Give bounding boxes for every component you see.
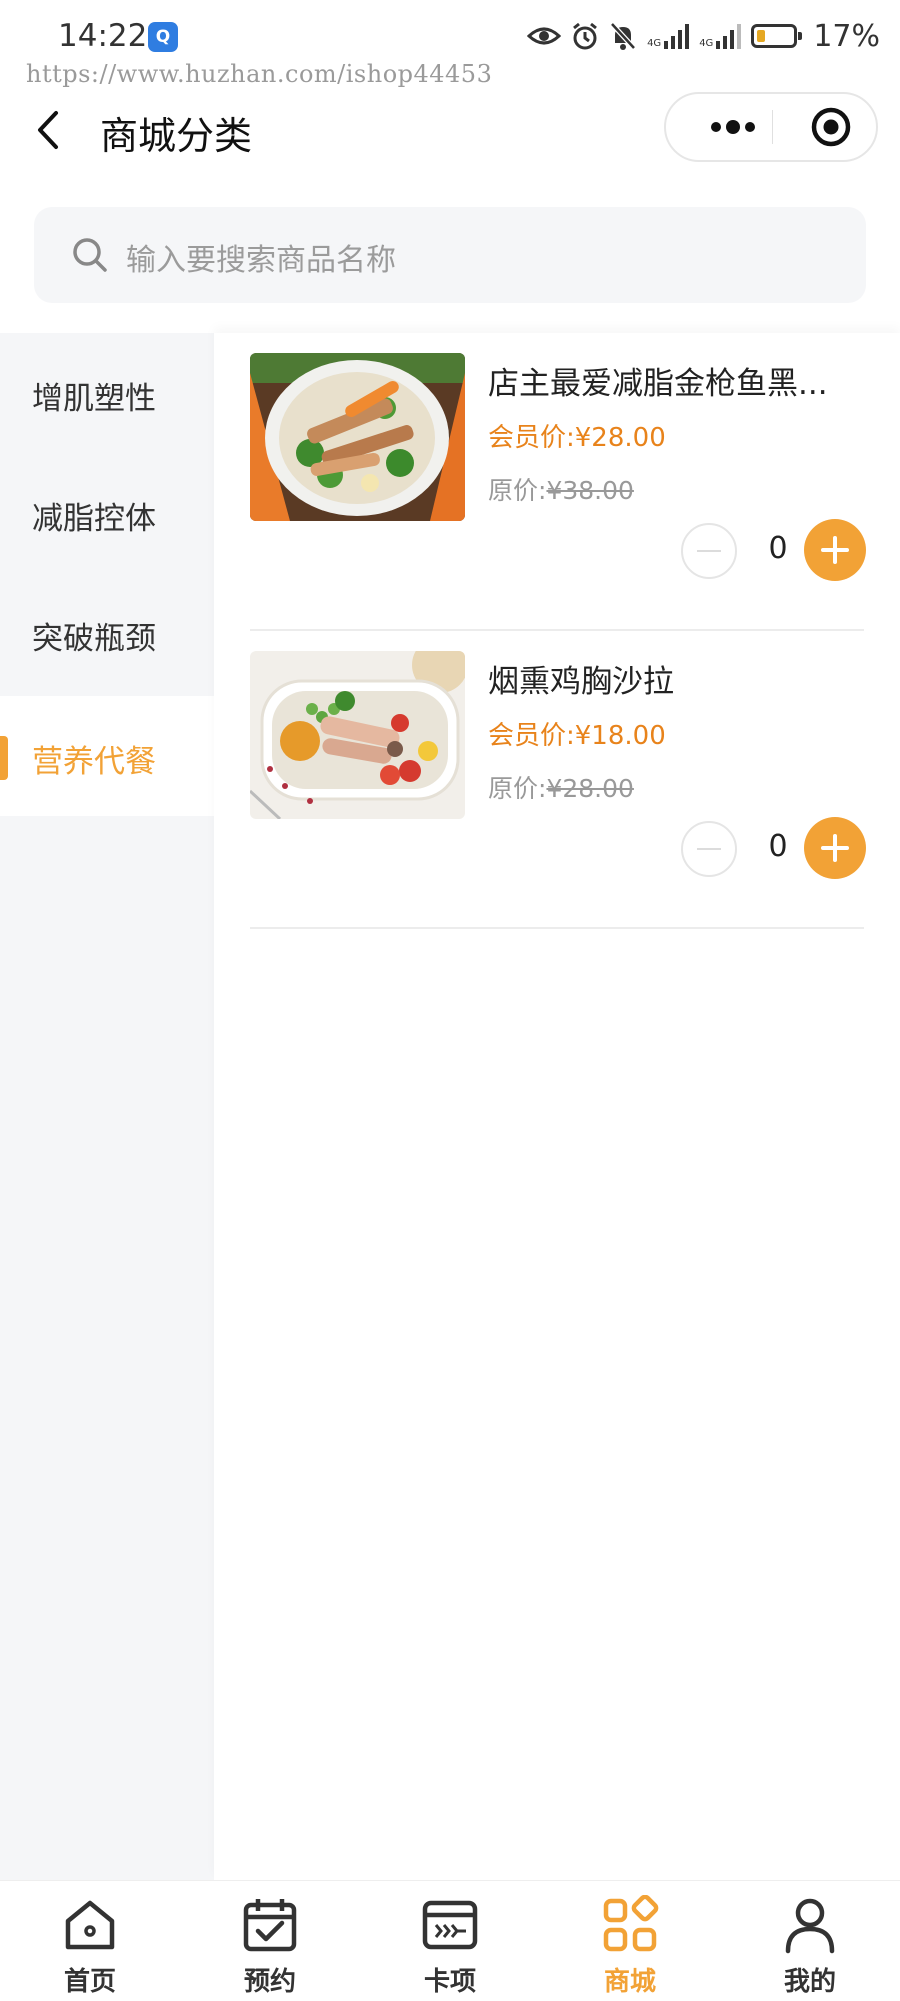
decrease-quantity-button[interactable]: [681, 523, 737, 579]
original-price: 原价:¥28.00: [488, 769, 634, 805]
bottom-tab-bar: 首页 预约 卡项 商城 我的: [0, 1880, 900, 2001]
chevron-left-icon: [38, 111, 58, 149]
network-type-2: 4G: [699, 38, 714, 49]
member-price: 会员价:¥18.00: [488, 715, 666, 752]
calendar-check-icon: [243, 1899, 297, 1952]
user-icon: [785, 1898, 835, 1954]
status-icons: 4G 4G 17%: [527, 16, 880, 56]
tab-mine[interactable]: 我的: [720, 1881, 900, 2001]
more-button[interactable]: [696, 94, 776, 160]
battery-icon: [751, 24, 803, 48]
close-miniprogram-button[interactable]: [796, 94, 866, 160]
quantity-value: 0: [768, 829, 788, 864]
active-indicator: [0, 736, 8, 780]
category-label: 营养代餐: [32, 744, 156, 780]
category-item[interactable]: 突破瓶颈: [0, 573, 214, 693]
product-item: 店主最爱减脂金枪鱼黑... 会员价:¥28.00 原价:¥38.00 0: [250, 333, 866, 631]
product-image-tuna-salad[interactable]: [250, 353, 465, 521]
add-to-cart-button[interactable]: [804, 519, 866, 581]
tab-cards[interactable]: 卡项: [360, 1881, 540, 2001]
battery-fill: [757, 30, 766, 42]
target-icon: [811, 107, 851, 147]
page-title: 商城分类: [100, 114, 253, 158]
member-price-value: ¥18.00: [574, 721, 666, 751]
watermark-url: https://www.huzhan.com/ishop44453: [26, 60, 493, 88]
app-notification-icon: Q: [148, 22, 178, 52]
search-input[interactable]: 输入要搜索商品名称: [34, 207, 866, 303]
category-item[interactable]: 增肌塑性: [0, 333, 214, 453]
category-label: 减脂控体: [32, 501, 156, 537]
home-icon: [65, 1900, 115, 1950]
category-item-active[interactable]: 营养代餐: [0, 696, 214, 816]
tab-home[interactable]: 首页: [0, 1881, 180, 2001]
member-price-value: ¥28.00: [574, 423, 666, 453]
grid-shop-icon: [603, 1895, 659, 1952]
product-name[interactable]: 店主最爱减脂金枪鱼黑...: [488, 358, 864, 403]
original-price: 原价:¥38.00: [488, 471, 634, 507]
signal-bars-icon: [664, 24, 690, 49]
product-name[interactable]: 烟熏鸡胸沙拉: [488, 656, 864, 701]
product-item: 烟熏鸡胸沙拉 会员价:¥18.00 原价:¥28.00 0: [250, 631, 866, 929]
card-icon: [422, 1900, 478, 1950]
category-label: 突破瓶颈: [32, 621, 156, 657]
original-price-value: ¥38.00: [546, 476, 634, 505]
tab-label: 商城: [603, 1967, 656, 1997]
product-image-chicken-salad[interactable]: [250, 651, 465, 819]
status-time: 14:22: [58, 18, 148, 54]
category-label: 增肌塑性: [32, 381, 156, 417]
back-button[interactable]: [30, 105, 70, 155]
category-sidebar: 增肌塑性 减脂控体 突破瓶颈 营养代餐: [0, 333, 214, 1880]
signal-bars-icon: [716, 24, 742, 49]
eye-icon: [527, 27, 562, 45]
original-price-label: 原价:: [488, 774, 547, 803]
tab-shop[interactable]: 商城: [540, 1881, 720, 2001]
member-price-label: 会员价:: [488, 423, 575, 453]
more-dots-icon: [711, 120, 755, 134]
tab-booking[interactable]: 预约: [180, 1881, 360, 2001]
mute-bell-icon: [610, 22, 636, 50]
product-list: 店主最爱减脂金枪鱼黑... 会员价:¥28.00 原价:¥38.00 0 烟熏鸡…: [214, 333, 900, 1880]
battery-percent: 17%: [813, 18, 880, 54]
miniprogram-capsule: [664, 92, 878, 162]
member-price-label: 会员价:: [488, 721, 575, 751]
category-item[interactable]: 减脂控体: [0, 453, 214, 573]
decrease-quantity-button[interactable]: [681, 821, 737, 877]
search-icon: [73, 238, 107, 272]
nav-bar: 商城分类: [0, 85, 900, 175]
tab-label: 预约: [243, 1967, 296, 1997]
alarm-icon: [573, 22, 597, 50]
search-placeholder: 输入要搜索商品名称: [126, 243, 396, 278]
original-price-value: ¥28.00: [546, 774, 634, 803]
capsule-divider: [772, 110, 773, 144]
member-price: 会员价:¥28.00: [488, 417, 666, 454]
add-to-cart-button[interactable]: [804, 817, 866, 879]
tab-label: 卡项: [423, 1967, 476, 1997]
signal-1: 4G: [647, 23, 690, 49]
tab-label: 首页: [63, 1967, 116, 1997]
original-price-label: 原价:: [488, 476, 547, 505]
network-type-1: 4G: [647, 38, 662, 49]
signal-2: 4G: [699, 23, 742, 49]
tab-label: 我的: [783, 1967, 836, 1997]
quantity-value: 0: [768, 531, 788, 566]
